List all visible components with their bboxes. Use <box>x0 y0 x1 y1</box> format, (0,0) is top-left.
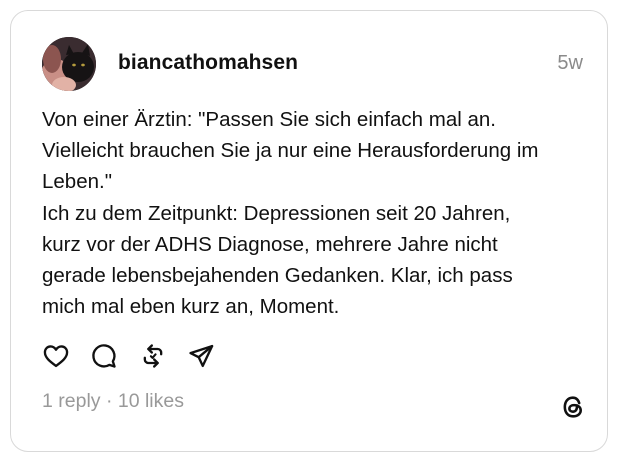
post-text-line: Leben." <box>42 170 112 194</box>
post-text-line: Vielleicht brauchen Sie ja nur eine Hera… <box>42 139 539 163</box>
threads-logo-icon <box>559 393 587 421</box>
comment-icon <box>92 344 116 368</box>
share-button[interactable] <box>187 342 215 370</box>
heart-icon <box>43 345 69 368</box>
post-text-line: kurz vor der ADHS Diagnose, mehrere Jahr… <box>42 232 498 256</box>
comment-button[interactable] <box>90 342 118 370</box>
avatar[interactable] <box>42 37 96 91</box>
post-text-line: Ich zu dem Zeitpunkt: Depressionen seit … <box>42 201 511 225</box>
post-card: biancathomahsen 5w Von einer Ärztin: "Pa… <box>10 10 608 452</box>
post-text: Von einer Ärztin: "Passen Sie sich einfa… <box>42 104 598 322</box>
username[interactable]: biancathomahsen <box>118 51 298 75</box>
like-button[interactable] <box>42 342 70 370</box>
repost-button[interactable] <box>139 342 167 370</box>
share-icon <box>189 344 214 368</box>
post-text-line: mich mal eben kurz an, Moment. <box>42 295 340 319</box>
avatar-image <box>42 37 96 91</box>
repost-icon <box>143 344 163 368</box>
post-text-line: Von einer Ärztin: "Passen Sie sich einfa… <box>42 108 496 131</box>
timestamp: 5w <box>557 52 583 74</box>
post-text-line: gerade lebensbejahenden Gedanken. Klar, … <box>42 264 513 288</box>
post-stats[interactable]: 1 reply · 10 likes <box>42 390 184 413</box>
